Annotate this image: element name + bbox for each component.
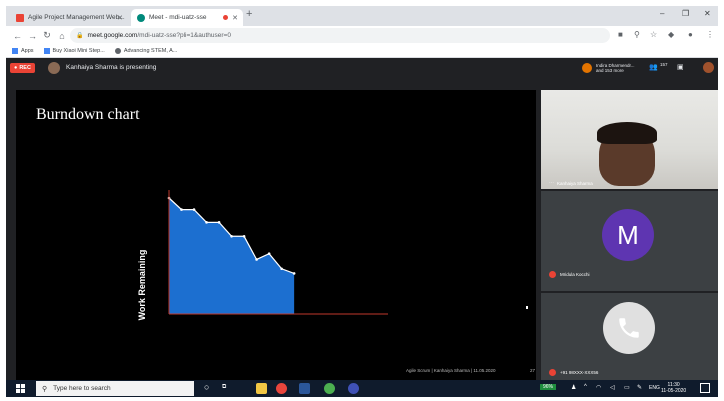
tab-meet[interactable]: Meet - mdi-uatz-sse ✕ bbox=[131, 9, 243, 26]
bookmark-apps[interactable]: Apps bbox=[12, 48, 34, 54]
url-path: /mdi-uatz-sse?pli=1&authuser=0 bbox=[137, 32, 231, 39]
participant-name: +91 98XXX-XXX56 bbox=[549, 369, 598, 376]
mouse-cursor bbox=[526, 306, 528, 309]
people-icon[interactable]: 👥 bbox=[649, 63, 658, 71]
mic-off-icon bbox=[549, 369, 556, 376]
close-tab-icon[interactable]: ✕ bbox=[232, 14, 238, 22]
participant-avatar: M bbox=[602, 209, 654, 261]
app-icon[interactable] bbox=[324, 383, 335, 394]
presenter-avatar bbox=[48, 62, 60, 74]
data-point bbox=[292, 272, 296, 275]
recording-dot-icon bbox=[223, 15, 228, 20]
maximize-button[interactable]: ❐ bbox=[682, 9, 689, 18]
mic-off-icon bbox=[549, 271, 556, 278]
tab-label: Agile Project Management Web... bbox=[28, 14, 125, 21]
participants-chip[interactable]: Indira Dharmendr... and 153 more bbox=[582, 61, 635, 75]
reload-icon[interactable]: ↻ bbox=[43, 30, 51, 41]
wifi-icon[interactable]: ◠ bbox=[596, 384, 601, 391]
chat-icon[interactable]: ▣ bbox=[677, 63, 684, 71]
new-tab-button[interactable]: + bbox=[246, 8, 252, 20]
presenting-status: Kanhaiya Sharma is presenting bbox=[66, 64, 157, 71]
participant-hair bbox=[597, 122, 657, 144]
data-point bbox=[180, 208, 183, 211]
data-point bbox=[267, 252, 271, 255]
taskbar-search-input[interactable]: ⚲ Type here to search bbox=[36, 381, 194, 396]
menu-icon[interactable]: ⋮ bbox=[706, 30, 714, 39]
audio-icon: ⋯ bbox=[549, 180, 554, 186]
back-icon[interactable]: ← bbox=[13, 31, 22, 41]
pen-icon[interactable]: ✎ bbox=[637, 384, 642, 391]
phone-icon bbox=[603, 302, 655, 354]
word-icon[interactable] bbox=[299, 383, 310, 394]
burndown-chart bbox=[167, 190, 388, 315]
apps-grid-icon bbox=[12, 48, 18, 54]
recording-badge: ● REC bbox=[10, 63, 35, 73]
language-indicator[interactable]: ENG bbox=[649, 385, 660, 391]
lock-icon: 🔒 bbox=[76, 33, 84, 39]
notification-icon[interactable] bbox=[700, 383, 710, 393]
globe-icon bbox=[114, 48, 121, 54]
bookmark-xiaoi[interactable]: Buy Xiaoi Mini Step... bbox=[43, 48, 105, 54]
tab-agile-project[interactable]: Agile Project Management Web... ✕ bbox=[10, 9, 128, 26]
participant-tile-phone[interactable]: +91 98XXX-XXX56 bbox=[541, 293, 718, 380]
participant-tile-presenter[interactable]: ⋯ Kanhaiya Sharma bbox=[541, 90, 718, 189]
tab-label: Meet - mdi-uatz-sse bbox=[149, 14, 207, 21]
data-point bbox=[192, 208, 196, 211]
data-point bbox=[205, 221, 208, 224]
windows-taskbar: ⚲ Type here to search ○ ⧉ 96% ♟ ^ ◠ ◁ ▭ … bbox=[6, 380, 718, 397]
self-avatar[interactable] bbox=[703, 62, 714, 73]
close-tab-icon[interactable]: ✕ bbox=[117, 14, 123, 22]
participant-tile-mridula[interactable]: M Mridula Kocchi bbox=[541, 191, 718, 291]
data-point bbox=[230, 234, 233, 238]
profile-icon[interactable]: ● bbox=[688, 30, 693, 39]
participant-name: ⋯ Kanhaiya Sharma bbox=[549, 180, 593, 186]
network-icon[interactable]: ▭ bbox=[624, 384, 630, 391]
data-point bbox=[242, 234, 246, 238]
system-clock[interactable]: 11:30 11-05-2020 bbox=[661, 382, 686, 394]
person-icon[interactable]: ♟ bbox=[571, 384, 576, 391]
extension-icon[interactable]: ◆ bbox=[668, 30, 674, 39]
file-explorer-icon[interactable] bbox=[256, 383, 267, 394]
slide-footer: Agile Scrum | Kanhaiya Sharma | 11.05.20… bbox=[406, 368, 496, 373]
app-icon[interactable] bbox=[348, 383, 359, 394]
meet-top-bar: ● REC Kanhaiya Sharma is presenting Indi… bbox=[6, 58, 718, 78]
close-window-button[interactable]: ✕ bbox=[704, 9, 711, 18]
y-axis-label: Work Remaining bbox=[137, 249, 147, 321]
search-icon[interactable]: ⚲ bbox=[634, 30, 640, 39]
screen: Agile Project Management Web... ✕ Meet -… bbox=[6, 6, 718, 397]
chevron-up-icon[interactable]: ^ bbox=[584, 384, 587, 390]
data-point bbox=[280, 267, 283, 271]
participant-avatar bbox=[582, 63, 592, 73]
url-input[interactable]: 🔒 meet.google.com/mdi-uatz-sse?pli=1&aut… bbox=[70, 28, 610, 43]
participants-count: 157 bbox=[660, 62, 668, 67]
meet-icon bbox=[137, 13, 145, 22]
cortana-icon[interactable]: ○ bbox=[204, 382, 209, 392]
minimize-button[interactable]: – bbox=[660, 9, 664, 18]
chrome-icon[interactable] bbox=[276, 383, 287, 394]
data-point bbox=[217, 221, 221, 224]
volume-icon[interactable]: ◁ bbox=[610, 384, 615, 391]
data-point bbox=[255, 258, 258, 261]
home-icon[interactable]: ⌂ bbox=[58, 31, 66, 41]
battery-indicator[interactable]: 96% bbox=[540, 384, 557, 390]
participant-name: Mridula Kocchi bbox=[549, 271, 590, 278]
url-host: meet.google.com bbox=[87, 32, 138, 39]
browser-tab-bar: Agile Project Management Web... ✕ Meet -… bbox=[6, 6, 718, 26]
bookmark-icon bbox=[43, 48, 50, 54]
bookmark-stem[interactable]: Advancing STEM, A... bbox=[114, 48, 177, 54]
camera-icon[interactable]: ■ bbox=[618, 30, 623, 39]
star-icon[interactable]: ☆ bbox=[650, 30, 657, 39]
windows-start-icon[interactable] bbox=[16, 384, 25, 393]
address-toolbar: ← → ↻ ⌂ 🔒 meet.google.com/mdi-uatz-sse?p… bbox=[6, 26, 718, 45]
slide-number: 27 bbox=[530, 368, 536, 373]
bookmarks-bar: Apps Buy Xiaoi Mini Step... Advancing ST… bbox=[6, 45, 718, 58]
gmail-icon bbox=[16, 13, 24, 22]
forward-icon[interactable]: → bbox=[28, 31, 37, 41]
presented-slide: Burndown chart Work Remaining Agile Scru… bbox=[16, 90, 536, 380]
task-view-icon[interactable]: ⧉ bbox=[222, 384, 226, 391]
search-icon: ⚲ bbox=[42, 385, 48, 393]
burndown-area bbox=[169, 198, 295, 314]
